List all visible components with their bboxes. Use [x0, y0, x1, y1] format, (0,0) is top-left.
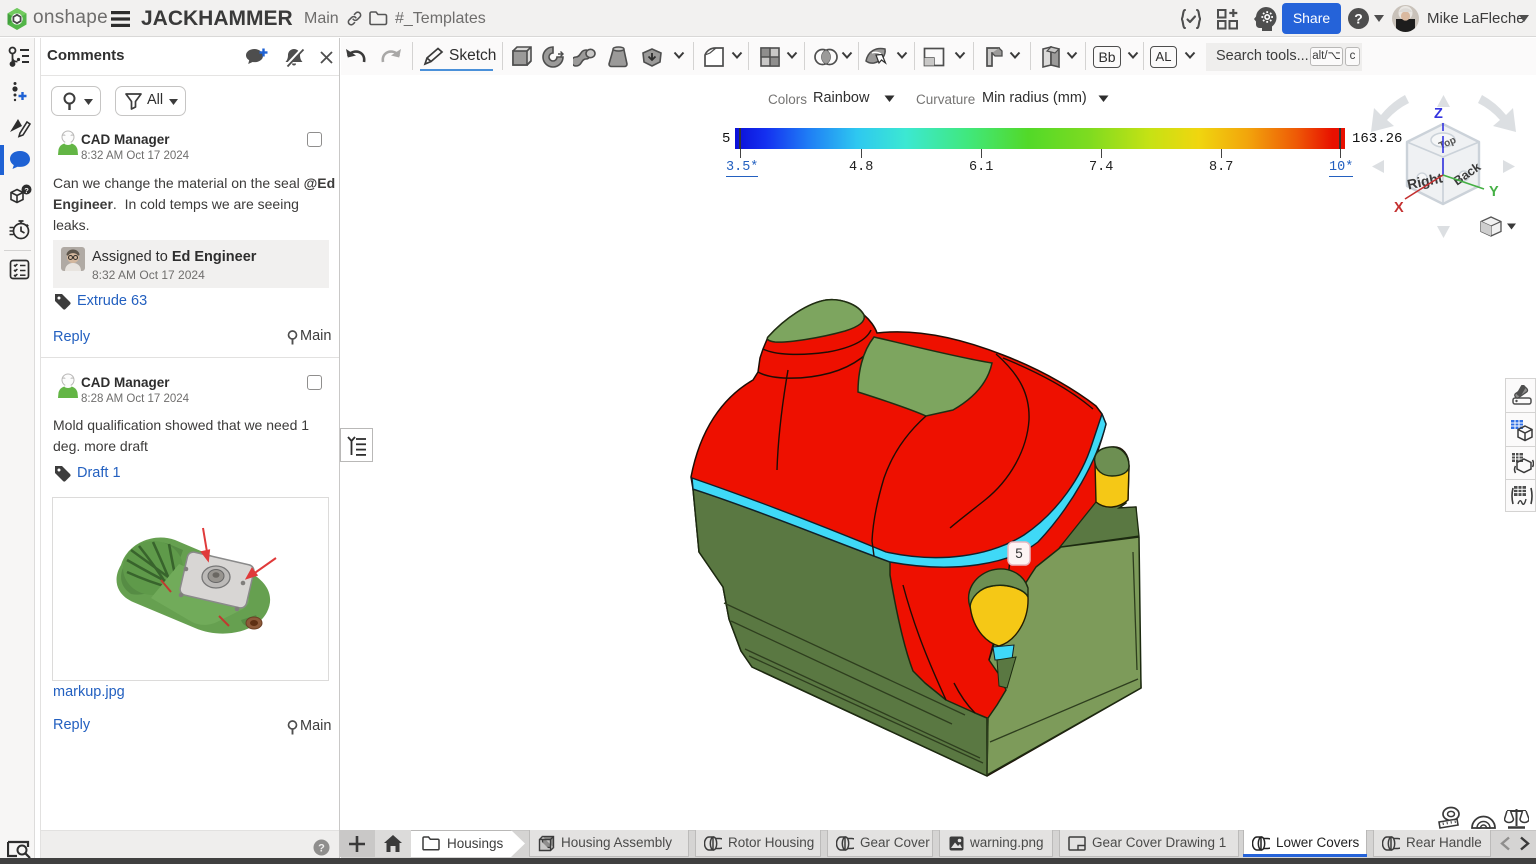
svg-text:5: 5 [1015, 546, 1023, 561]
svg-text:Z: Z [1434, 106, 1443, 122]
svg-text:Y: Y [1489, 184, 1499, 200]
svg-text:X: X [1394, 200, 1404, 216]
svg-text:?: ? [1354, 11, 1363, 27]
svg-text:?: ? [24, 186, 29, 195]
svg-text:?: ? [318, 843, 325, 855]
